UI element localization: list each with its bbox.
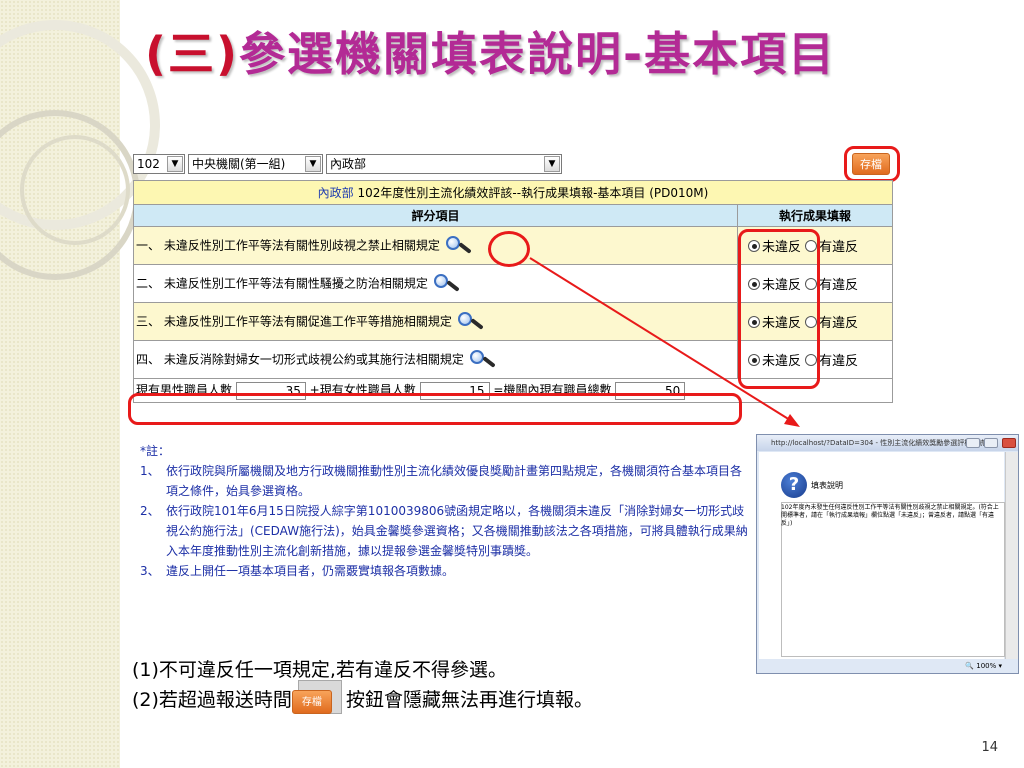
help-title: 填表說明 — [811, 481, 843, 490]
note-item: 1、 依行政院與所屬機關及地方行政機關推動性別主流化績效優良獎勵計畫第四點規定，各… — [140, 461, 750, 501]
note-text: 依行政院101年6月15日院授人綜字第1010039806號函規定略以，各機關須… — [166, 504, 748, 558]
notes-heading: *註： — [140, 444, 171, 458]
note-number: 2、 — [140, 504, 160, 518]
page-number: 14 — [981, 740, 998, 755]
note-text: 違反上開任一項基本項目者，仍需覈實填報各項數據。 — [166, 564, 455, 578]
popup-title: http://localhost/?DataID=304 - 性別主流化績效獎勵… — [771, 439, 995, 447]
maximize-icon[interactable] — [984, 438, 998, 448]
notes-section: *註： 1、 依行政院與所屬機關及地方行政機關推動性別主流化績效優良獎勵計畫第四點… — [140, 441, 750, 581]
popup-titlebar: http://localhost/?DataID=304 - 性別主流化績效獎勵… — [757, 435, 1018, 451]
note-item: 3、 違反上開任一項基本項目者，仍需覈實填報各項數據。 — [140, 561, 750, 581]
minimize-icon[interactable] — [966, 438, 980, 448]
note-item: 2、 依行政院101年6月15日院授人綜字第1010039806號函規定略以，各機… — [140, 501, 750, 561]
bullet-line-1: (1)不可違反任一項規定,若有違反不得參選。 — [132, 659, 507, 681]
popup-zoom[interactable]: 🔍 100% ▾ — [757, 659, 1018, 673]
popup-scrollbar[interactable] — [1005, 452, 1018, 659]
bullet-line-2-start: (2)若超過報送時間 — [132, 689, 292, 711]
note-text: 依行政院與所屬機關及地方行政機關推動性別主流化績效優良獎勵計畫第四點規定，各機關… — [166, 464, 743, 498]
help-popup-window: http://localhost/?DataID=304 - 性別主流化績效獎勵… — [756, 434, 1019, 674]
popup-body: ? 填表說明 102年度內未發生任何違反性別工作平等法有關性別歧視之禁止相關規定… — [759, 452, 1005, 659]
note-number: 1、 — [140, 464, 160, 478]
zoom-value: 100% — [976, 662, 997, 670]
bullet-notes: (1)不可違反任一項規定,若有違反不得參選。 (2)若超過報送時間 存檔 按鈕會隱… — [132, 655, 593, 716]
close-icon[interactable] — [1002, 438, 1016, 448]
bullet-line-2-end: 按鈕會隱藏無法再進行填報。 — [345, 689, 593, 711]
bullet-line-2: (2)若超過報送時間 存檔 按鈕會隱藏無法再進行填報。 — [132, 679, 593, 716]
save-button-image: 存檔 — [291, 679, 342, 716]
help-text: 102年度內未發生任何違反性別工作平等法有關性別歧視之禁止相關規定。(符合上開標… — [781, 504, 999, 527]
help-icon: ? — [781, 472, 807, 498]
note-number: 3、 — [140, 564, 160, 578]
